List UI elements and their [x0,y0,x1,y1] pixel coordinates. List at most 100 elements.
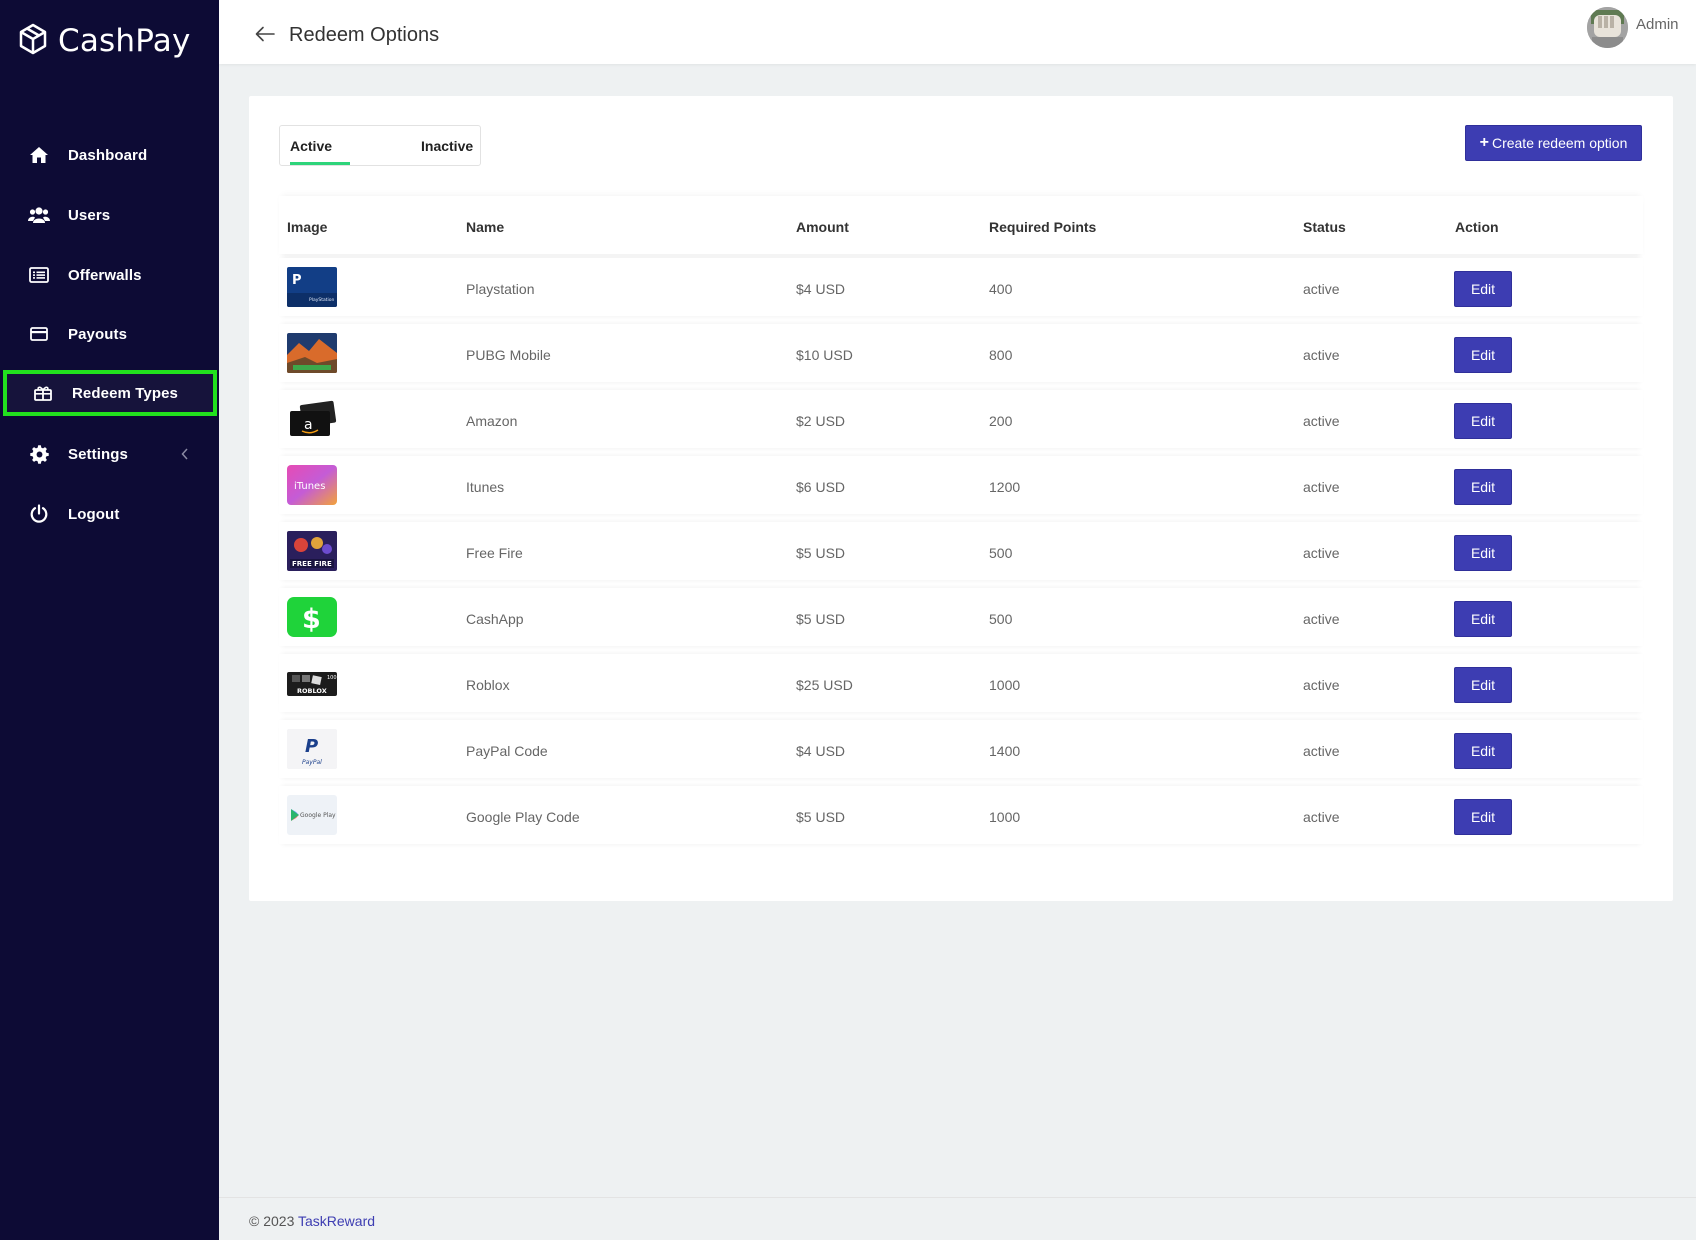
table-row: FREE FIRE Free Fire $5 USD 500 active Ed… [279,522,1643,580]
tab-label: Active [290,137,333,154]
footer-text: © 2023 TaskReward [249,1213,375,1229]
cell-status: active [1303,347,1340,363]
table-row: iTunes Itunes $6 USD 1200 active Edit [279,456,1643,514]
cell-status: active [1303,743,1340,759]
status-tabs: Active Inactive [279,125,481,166]
footer-link[interactable]: TaskReward [298,1213,375,1229]
sidebar-item-label: Settings [68,445,128,463]
sidebar-item-users[interactable]: Users [0,192,219,238]
column-header-amount: Amount [796,219,849,235]
plus-icon: + [1479,134,1489,151]
cell-required-points: 1000 [989,677,1021,693]
cashapp-logo: $ [287,597,337,637]
cell-status: active [1303,677,1340,693]
column-header-status: Status [1303,219,1346,235]
tab-active[interactable]: Active [290,126,350,165]
cell-status: active [1303,281,1340,297]
svg-text:FREE FIRE: FREE FIRE [292,560,332,568]
cell-amount: $25 USD [796,677,853,693]
copyright-text: © 2023 [249,1213,295,1229]
cell-name: Google Play Code [466,809,580,825]
cell-required-points: 1400 [989,743,1021,759]
pubg-mobile-logo [287,333,337,373]
user-menu-label[interactable]: Admin [1636,16,1679,33]
edit-button[interactable]: Edit [1454,403,1512,439]
cell-amount: $5 USD [796,545,846,561]
column-header-required-points: Required Points [989,219,1097,235]
cell-amount: $4 USD [796,743,846,759]
sidebar-item-offerwalls[interactable]: Offerwalls [0,252,219,298]
cell-name: Playstation [466,281,535,297]
cell-status: active [1303,413,1340,429]
cell-name: PUBG Mobile [466,347,551,363]
edit-button[interactable]: Edit [1454,733,1512,769]
edit-button[interactable]: Edit [1454,667,1512,703]
create-redeem-option-button[interactable]: + Create redeem option [1465,125,1642,161]
sidebar-item-logout[interactable]: Logout [0,491,219,537]
cell-name: Amazon [466,413,518,429]
cell-status: active [1303,809,1340,825]
cell-name: CashApp [466,611,524,627]
edit-button[interactable]: Edit [1454,601,1512,637]
brand-name: CashPay [58,23,191,59]
tab-inactive[interactable]: Inactive [421,126,473,165]
svg-text:$: $ [302,604,321,635]
cell-required-points: 1200 [989,479,1021,495]
column-header-image: Image [287,219,328,235]
cell-amount: $10 USD [796,347,853,363]
tab-underline [290,162,350,165]
table-row: Google Play Google Play Code $5 USD 1000… [279,786,1643,844]
amazon-logo: a [287,399,337,439]
sidebar-item-label: Payouts [68,325,128,343]
gear-icon [28,443,50,465]
edit-button[interactable]: Edit [1454,337,1512,373]
top-bar: Redeem Options Admin [219,0,1696,64]
table-row: 100 ROBLOX Roblox $25 USD 1000 active Ed… [279,654,1643,712]
page-title: Redeem Options [289,24,440,46]
cell-amount: $2 USD [796,413,846,429]
table-row: P PayPal PayPal Code $4 USD 1400 active … [279,720,1643,778]
cell-required-points: 500 [989,611,1013,627]
sidebar-item-dashboard[interactable]: Dashboard [0,132,219,178]
back-arrow-icon[interactable] [254,23,276,45]
svg-text:Google Play: Google Play [300,812,336,819]
cell-amount: $5 USD [796,611,846,627]
svg-text:P: P [305,736,318,757]
sidebar-item-label: Redeem Types [72,384,178,402]
edit-button[interactable]: Edit [1454,535,1512,571]
edit-button[interactable]: Edit [1454,271,1512,307]
cell-amount: $6 USD [796,479,846,495]
credit-card-icon [28,323,50,345]
brand-logo[interactable]: CashPay [17,18,190,64]
sidebar-item-payouts[interactable]: Payouts [0,311,219,357]
cell-required-points: 500 [989,545,1013,561]
google-play-logo: Google Play [287,795,337,835]
cell-required-points: 200 [989,413,1013,429]
svg-text:iTunes: iTunes [294,481,325,492]
footer: © 2023 TaskReward [219,1197,1696,1240]
chevron-left-icon[interactable] [180,447,190,461]
edit-button[interactable]: Edit [1454,469,1512,505]
power-icon [28,503,50,525]
sidebar-item-label: Users [68,206,111,224]
gift-icon [32,382,54,404]
sidebar: CashPay Dashboard Users Offerwalls Payou… [0,0,219,1240]
home-icon [28,144,50,166]
table-row: a Amazon $2 USD 200 active Edit [279,390,1643,448]
cell-required-points: 800 [989,347,1013,363]
svg-text:PayPal: PayPal [302,759,322,766]
cell-name: Roblox [466,677,510,693]
column-header-name: Name [466,219,505,235]
cell-status: active [1303,611,1340,627]
sidebar-item-redeem-types[interactable]: Redeem Types [3,370,217,416]
edit-button[interactable]: Edit [1454,799,1512,835]
users-icon [28,204,50,226]
table-row: $ CashApp $5 USD 500 active Edit [279,588,1643,646]
itunes-logo: iTunes [287,465,337,505]
cell-status: active [1303,545,1340,561]
avatar[interactable] [1587,7,1628,48]
sidebar-item-settings[interactable]: Settings [0,431,219,477]
cell-status: active [1303,479,1340,495]
svg-text:a: a [304,417,313,433]
cube-logo-icon [17,23,49,60]
